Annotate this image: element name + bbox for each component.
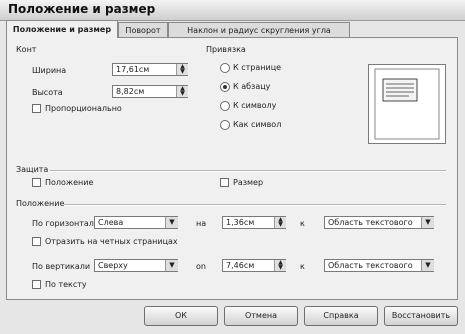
- help-button[interactable]: Справка: [304, 306, 378, 326]
- proportional-checkbox[interactable]: [32, 104, 41, 113]
- protect-size-checkbox[interactable]: [220, 178, 229, 187]
- anchor-as-char-label: Как символ: [233, 120, 282, 129]
- horizontal-to-value: Область текстового: [328, 218, 413, 227]
- proportional-label: Пропорционально: [45, 104, 122, 113]
- horizontal-by-value: 1,36см: [226, 218, 255, 227]
- reset-button[interactable]: Восстановить: [384, 306, 458, 326]
- vertical-to-label: к: [300, 262, 305, 271]
- vertical-value: Сверху: [98, 261, 128, 270]
- horizontal-label: По горизонтали: [32, 219, 100, 228]
- anchor-to-char-label: К символу: [233, 101, 277, 110]
- anchor-as-char-radio[interactable]: [220, 120, 230, 130]
- vertical-chevron-down-icon[interactable]: ▼: [165, 260, 178, 271]
- vertical-by-spin-icon[interactable]: ▲ ▼: [274, 260, 286, 271]
- window-title: Положение и размер: [8, 2, 156, 16]
- vertical-to-dropdown[interactable]: Область текстового: [324, 259, 434, 272]
- position-group-label: Положение: [16, 199, 65, 208]
- width-spin-icon[interactable]: ▲ ▼: [176, 64, 188, 75]
- horizontal-chevron-down-icon[interactable]: ▼: [165, 217, 178, 228]
- anchor-to-page-label: К странице: [233, 63, 282, 72]
- anchor-to-char-radio[interactable]: [220, 101, 230, 111]
- size-group-label: Конт: [16, 45, 37, 54]
- height-spin-icon[interactable]: ▲ ▼: [176, 86, 188, 97]
- horizontal-to-label: к: [300, 219, 305, 228]
- anchor-to-paragraph-radio[interactable]: [220, 82, 230, 92]
- horizontal-by-spin-icon[interactable]: ▲ ▼: [274, 217, 286, 228]
- protect-divider: [50, 170, 446, 172]
- follow-text-checkbox[interactable]: [32, 280, 41, 289]
- protect-group-label: Защита: [16, 165, 49, 174]
- horizontal-to-dropdown[interactable]: Область текстового: [324, 216, 434, 229]
- preview-box: [368, 64, 446, 144]
- tab-position-size[interactable]: Положение и размер: [6, 20, 118, 38]
- width-label: Ширина: [32, 66, 67, 75]
- horizontal-to-chevron-down-icon[interactable]: ▼: [421, 217, 434, 228]
- vertical-label: По вертикали: [32, 262, 91, 271]
- position-divider: [64, 204, 446, 206]
- anchor-to-page-radio[interactable]: [220, 63, 230, 73]
- anchor-group-label: Привязка: [206, 45, 246, 54]
- protect-position-label: Положение: [45, 178, 94, 187]
- cancel-button[interactable]: Отмена: [224, 306, 298, 326]
- anchor-to-paragraph-label: К абзацу: [233, 82, 271, 91]
- page-preview-icon: [374, 68, 440, 140]
- follow-text-label: По тексту: [45, 280, 87, 289]
- tab-slant-corner-radius[interactable]: Наклон и радиус скругления угла: [168, 22, 350, 37]
- mirror-label: Отразить на четных страницах: [45, 237, 178, 246]
- protect-position-checkbox[interactable]: [32, 178, 41, 187]
- vertical-to-chevron-down-icon[interactable]: ▼: [421, 260, 434, 271]
- vertical-by-label: on: [196, 262, 206, 271]
- protect-size-label: Размер: [233, 178, 264, 187]
- vertical-to-value: Область текстового: [328, 261, 413, 270]
- dialog-window: Положение и размер Положение и размер По…: [0, 0, 465, 334]
- width-value: 17,61см: [116, 65, 150, 74]
- title-bar[interactable]: Положение и размер: [0, 0, 465, 21]
- horizontal-by-label: на: [196, 219, 207, 228]
- vertical-by-value: 7,46см: [226, 261, 255, 270]
- height-value: 8,82см: [116, 87, 145, 96]
- horizontal-value: Слева: [98, 218, 124, 227]
- ok-button[interactable]: ОК: [144, 306, 218, 326]
- tab-rotation[interactable]: Поворот: [118, 22, 168, 37]
- height-label: Высота: [32, 88, 63, 97]
- mirror-checkbox[interactable]: [32, 237, 41, 246]
